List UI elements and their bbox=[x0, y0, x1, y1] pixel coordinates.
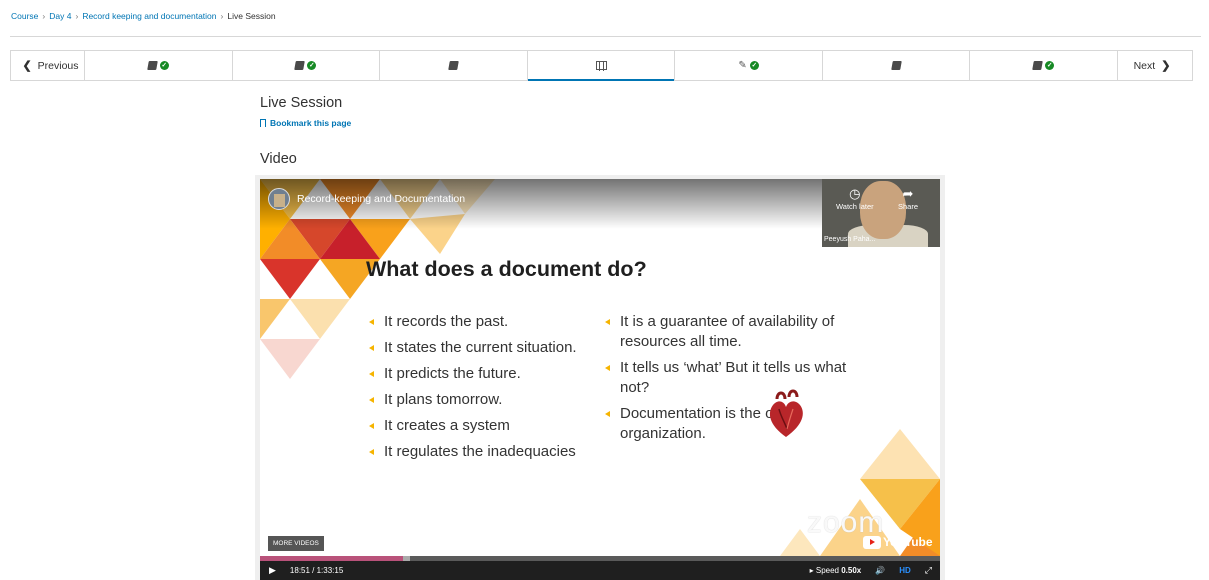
chevron-right-icon: ❯ bbox=[1161, 60, 1171, 72]
speed-label: Speed bbox=[815, 566, 839, 575]
sequence-tab-7[interactable]: ✓ bbox=[970, 51, 1117, 80]
presenter-camera: ◷ Watch later ➦ Share Peeyush Paha... bbox=[822, 179, 940, 247]
slide-bullet: It predicts the future. bbox=[365, 364, 585, 384]
youtube-label: YouTube bbox=[883, 535, 933, 549]
share-label: Share bbox=[898, 202, 919, 211]
breadcrumb-section[interactable]: Record keeping and documentation bbox=[82, 11, 216, 21]
check-circle-icon: ✓ bbox=[1045, 61, 1055, 70]
presenter-name: Peeyush Paha... bbox=[824, 236, 876, 243]
player-controls: ▶ 18:51 / 1:33:15 ▸ Speed 0.50x 🔊 HD ⤢ bbox=[260, 561, 940, 580]
video-screen[interactable]: Record-keeping and Documentation ◷ Watch… bbox=[260, 179, 940, 556]
youtube-play-icon bbox=[863, 535, 881, 549]
unit-title: Live Session bbox=[260, 95, 343, 111]
channel-avatar[interactable] bbox=[268, 188, 290, 210]
sequence-tab-4[interactable] bbox=[527, 51, 676, 81]
previous-label: Previous bbox=[37, 59, 79, 72]
bookmark-label: Bookmark this page bbox=[270, 118, 352, 128]
watch-later-label: Watch later bbox=[836, 202, 874, 211]
video-title-bar: Record-keeping and Documentation bbox=[268, 188, 465, 210]
volume-icon[interactable]: 🔊 bbox=[875, 566, 885, 575]
fullscreen-icon[interactable]: ⤢ bbox=[925, 565, 932, 576]
sequence-nav: ❮ Previous ✓ ✓ ✎ ✓ ✓ Next ❯ bbox=[10, 50, 1193, 81]
slide-bullets-left: It records the past. It states the curre… bbox=[365, 312, 585, 468]
bookmark-button[interactable]: Bookmark this page bbox=[260, 118, 351, 128]
slide-bullets-right: It is a guarantee of availability of res… bbox=[601, 312, 851, 450]
slide-bullet: It is a guarantee of availability of res… bbox=[601, 312, 851, 352]
breadcrumb-separator: › bbox=[75, 11, 79, 21]
sequence-tab-1[interactable]: ✓ bbox=[85, 51, 233, 80]
book-icon bbox=[146, 61, 158, 70]
play-icon[interactable]: ▶ bbox=[269, 565, 276, 576]
more-videos-button[interactable]: MORE VIDEOS bbox=[268, 536, 324, 551]
header-divider bbox=[10, 36, 1201, 37]
section-title: Video bbox=[260, 151, 297, 167]
clock-icon: ◷ bbox=[849, 186, 861, 201]
breadcrumb-course[interactable]: Course bbox=[11, 11, 38, 21]
breadcrumb-separator: › bbox=[220, 11, 224, 21]
slide-bullet: It regulates the inadequacies bbox=[365, 442, 585, 462]
speed-button[interactable]: ▸ Speed 0.50x bbox=[810, 566, 862, 575]
time-display: 18:51 / 1:33:15 bbox=[289, 566, 344, 575]
bookmark-icon bbox=[260, 119, 266, 127]
breadcrumb-separator: › bbox=[42, 11, 46, 21]
slide-bullet: It states the current situation. bbox=[365, 338, 585, 358]
sequence-tab-6[interactable] bbox=[823, 51, 971, 80]
sequence-tab-2[interactable]: ✓ bbox=[233, 51, 381, 80]
breadcrumb: Course › Day 4 › Record keeping and document… bbox=[11, 11, 276, 21]
sequence-tab-3[interactable] bbox=[380, 51, 528, 80]
hd-toggle[interactable]: HD bbox=[899, 566, 911, 575]
youtube-logo[interactable]: YouTube bbox=[863, 535, 933, 549]
book-icon bbox=[890, 61, 902, 70]
film-icon bbox=[595, 60, 607, 71]
next-label: Next bbox=[1133, 59, 1156, 72]
book-icon bbox=[448, 61, 459, 70]
check-circle-icon: ✓ bbox=[159, 61, 169, 70]
slide-heading: What does a document do? bbox=[366, 257, 647, 281]
share-button[interactable]: ➦ Share bbox=[898, 185, 918, 211]
sequence-tab-5[interactable]: ✎ ✓ bbox=[675, 51, 823, 80]
check-circle-icon: ✓ bbox=[307, 61, 317, 70]
slide-bullet: It creates a system bbox=[365, 416, 585, 436]
slide-bullet: Documentation is the of the organization… bbox=[601, 404, 851, 444]
speed-value: 0.50x bbox=[841, 566, 862, 575]
chevron-left-icon: ❮ bbox=[22, 60, 32, 72]
edit-icon: ✎ bbox=[738, 59, 747, 71]
watch-later-button[interactable]: ◷ Watch later bbox=[836, 185, 874, 211]
slide-bullet: It tells us ‘what’ But it tells us what … bbox=[601, 358, 851, 398]
slide-bullet: It records the past. bbox=[365, 312, 585, 332]
breadcrumb-day[interactable]: Day 4 bbox=[49, 11, 71, 21]
video-title[interactable]: Record-keeping and Documentation bbox=[297, 193, 465, 205]
next-button[interactable]: Next ❯ bbox=[1117, 51, 1192, 80]
previous-button[interactable]: ❮ Previous bbox=[11, 51, 85, 80]
breadcrumb-current: Live Session bbox=[227, 11, 276, 21]
slide-bullet: It plans tomorrow. bbox=[365, 390, 585, 410]
sequence-tabs: ✓ ✓ ✎ ✓ ✓ bbox=[85, 51, 1117, 81]
book-icon bbox=[1032, 61, 1044, 70]
heart-illustration bbox=[769, 389, 803, 437]
check-circle-icon: ✓ bbox=[749, 61, 759, 70]
video-player: Record-keeping and Documentation ◷ Watch… bbox=[255, 175, 945, 580]
book-icon bbox=[294, 61, 306, 70]
share-icon: ➦ bbox=[902, 186, 914, 201]
